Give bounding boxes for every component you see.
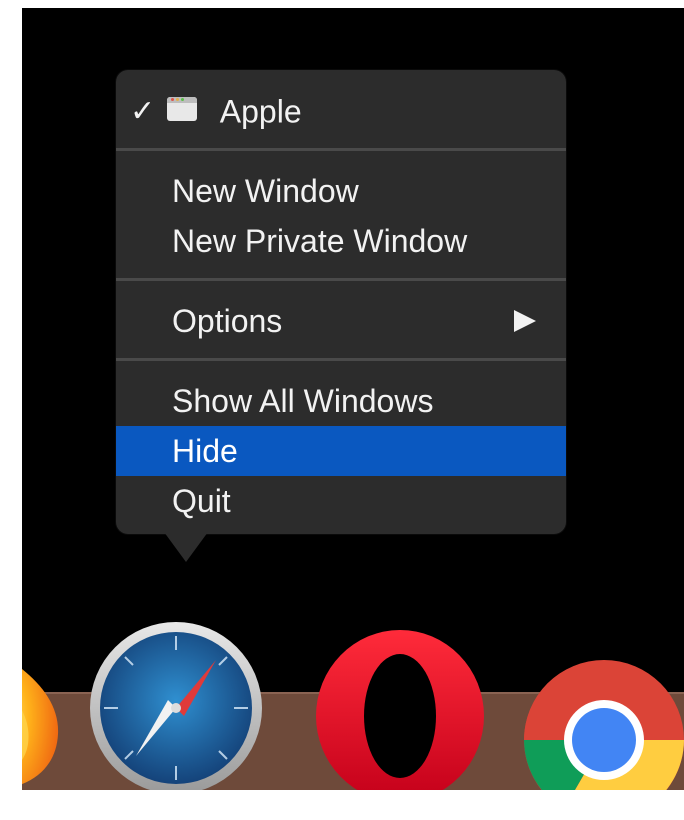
- menu-item-quit[interactable]: Quit: [116, 476, 566, 526]
- dock-context-menu: ✓ Apple New Window New Private Window Op…: [116, 70, 566, 534]
- safari-icon[interactable]: [88, 620, 264, 790]
- menu-separator: [116, 358, 566, 361]
- window-icon: [166, 96, 197, 121]
- firefox-icon[interactable]: [22, 634, 62, 790]
- menu-item-options[interactable]: Options: [116, 296, 566, 346]
- desktop-screen: ✓ Apple New Window New Private Window Op…: [22, 8, 684, 790]
- opera-icon[interactable]: [312, 628, 488, 790]
- menu-item-label: Apple: [219, 93, 302, 130]
- checkmark-icon: ✓: [130, 94, 156, 128]
- menu-item-new-window[interactable]: New Window: [116, 166, 566, 216]
- menu-pointer: [164, 532, 208, 562]
- chrome-icon[interactable]: [522, 658, 684, 790]
- menu-item-app-window[interactable]: ✓ Apple: [116, 84, 566, 134]
- submenu-arrow-icon: [514, 310, 536, 332]
- menu-separator: [116, 148, 566, 151]
- menu-item-show-all-windows[interactable]: Show All Windows: [116, 376, 566, 426]
- menu-item-hide[interactable]: Hide: [116, 426, 566, 476]
- menu-separator: [116, 278, 566, 281]
- menu-item-new-private-window[interactable]: New Private Window: [116, 216, 566, 266]
- menu-item-label: Options: [172, 303, 283, 339]
